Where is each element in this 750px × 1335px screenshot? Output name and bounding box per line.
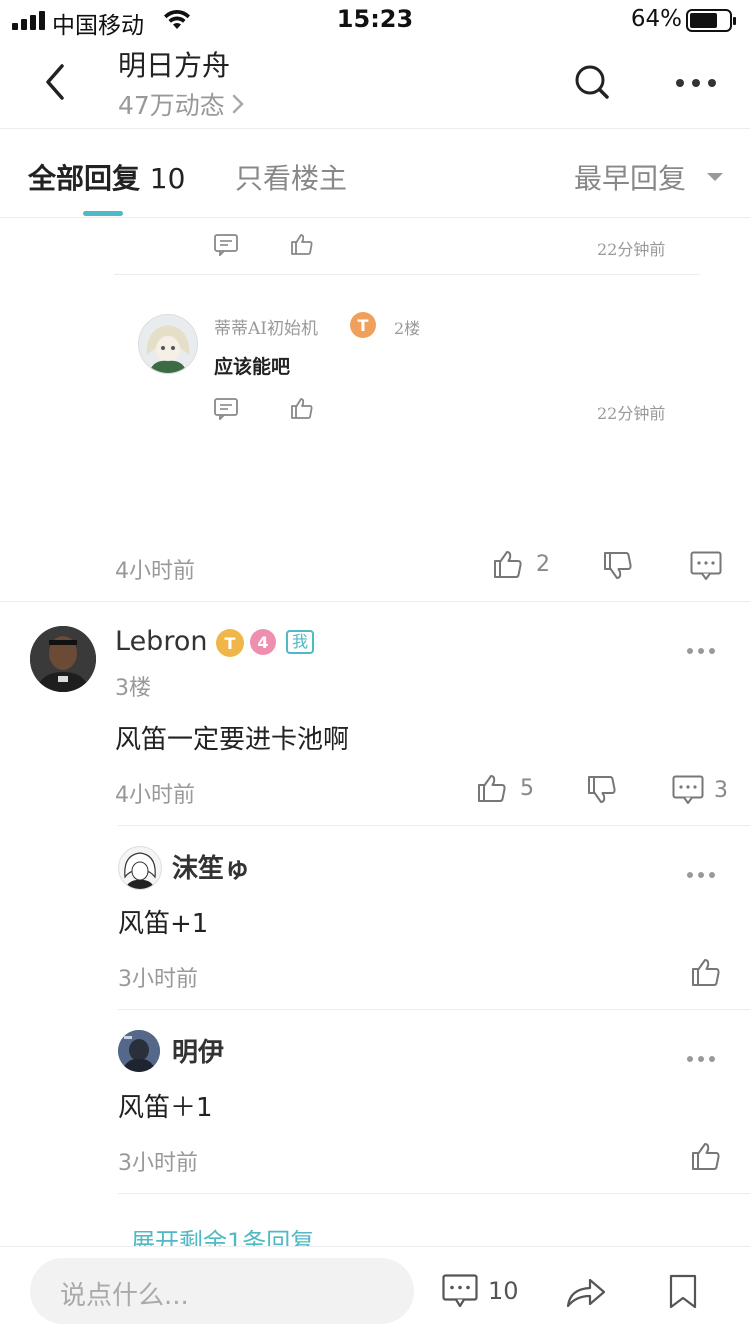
tab-all-count: 10 — [149, 162, 186, 195]
back-icon[interactable] — [40, 62, 70, 102]
level-number-badge: 4 — [250, 629, 276, 655]
subtitle-link[interactable]: 47万动态 — [118, 86, 245, 122]
image-reply-time: 22分钟前 — [597, 404, 666, 423]
reply-count: 3 — [714, 777, 728, 803]
reply-button[interactable]: 3 — [672, 775, 728, 805]
thumb-up-icon — [692, 1143, 720, 1170]
share-icon[interactable] — [566, 1275, 606, 1309]
tab-all-replies[interactable]: 全部回复 10 — [28, 157, 185, 197]
comment-icon — [442, 1274, 478, 1308]
image-row1-time: 22分钟前 — [597, 240, 666, 259]
image-reply-name: 蒂蒂AI初始机 — [214, 319, 318, 339]
reply-more-icon[interactable] — [687, 872, 715, 878]
image-divider — [114, 274, 700, 275]
more-icon[interactable] — [676, 79, 716, 87]
tab-indicator — [83, 211, 123, 216]
search-icon[interactable] — [574, 64, 610, 100]
tab-owner-only[interactable]: 只看楼主 — [235, 157, 347, 197]
reply-time: 3小时前 — [118, 967, 198, 992]
comment-count: 10 — [488, 1277, 519, 1305]
page-title[interactable]: 明日方舟 — [118, 44, 230, 84]
me-tag: 我 — [286, 630, 315, 654]
bottom-bar: 说点什么... 10 — [0, 1246, 750, 1335]
avatar[interactable] — [118, 846, 162, 890]
bookmark-icon[interactable] — [668, 1274, 698, 1310]
thumb-up-icon — [290, 396, 314, 420]
image-reply-text: 应该能吧 — [214, 356, 291, 378]
reply-time: 3小时前 — [118, 1151, 198, 1176]
thumb-up-icon — [692, 959, 720, 986]
reply-divider — [118, 825, 750, 826]
thumb-down-icon — [588, 776, 616, 803]
dislike-button[interactable] — [602, 550, 634, 582]
reply-text: 风笛＋1 — [118, 1093, 213, 1123]
avatar[interactable] — [30, 626, 96, 692]
reply-author[interactable]: 明伊 — [172, 1032, 224, 1069]
comment-icon — [690, 551, 722, 580]
comment-icon — [214, 234, 238, 256]
reply-more-icon[interactable] — [687, 1056, 715, 1062]
status-bar: 中国移动 15:23 64% — [0, 0, 750, 40]
comment-icon — [214, 398, 238, 420]
post-more-icon[interactable] — [687, 648, 715, 654]
comments-button[interactable]: 10 — [442, 1274, 519, 1308]
post-count-label: 47万动态 — [118, 91, 225, 120]
caret-down-icon — [706, 171, 724, 183]
reply-button[interactable] — [690, 551, 722, 581]
reply-like-button[interactable] — [690, 956, 722, 988]
like-count: 5 — [520, 775, 534, 801]
level-badge-icon: T — [216, 629, 244, 657]
embedded-image[interactable]: 22分钟前 蒂蒂AI初始机 T 2楼 应该能吧 22分钟前 — [100, 218, 720, 518]
post-time: 4小时前 — [115, 783, 195, 808]
like-count: 2 — [536, 551, 550, 577]
chevron-right-icon — [231, 92, 245, 116]
nav-bar: 明日方舟 47万动态 — [0, 40, 750, 129]
thumb-down-icon — [604, 552, 632, 579]
level-badge-icon: T — [350, 312, 376, 338]
comment-input-placeholder: 说点什么... — [60, 1281, 189, 1311]
prev-post-time: 4小时前 — [115, 559, 195, 584]
section-divider — [0, 601, 750, 602]
battery-percent: 64% — [630, 6, 682, 32]
thumb-up-icon — [290, 232, 314, 256]
sort-label: 最早回复 — [574, 162, 687, 195]
comment-icon — [672, 775, 704, 804]
thumb-up-icon — [478, 775, 506, 802]
post-floor: 3楼 — [115, 676, 151, 701]
reply-divider — [118, 1009, 750, 1010]
reply-like-button[interactable] — [690, 1140, 722, 1172]
thumb-up-icon — [494, 551, 522, 578]
reply-divider — [118, 1193, 750, 1194]
reply-tabs: 全部回复 10 只看楼主 最早回复 — [0, 129, 750, 218]
post-text: 风笛一定要进卡池啊 — [115, 725, 350, 755]
dislike-button[interactable] — [586, 774, 618, 806]
image-reply-floor: 2楼 — [394, 319, 421, 338]
avatar[interactable] — [118, 1030, 160, 1072]
comment-input[interactable]: 说点什么... — [30, 1258, 414, 1324]
reply-text: 风笛+1 — [118, 909, 209, 939]
like-button[interactable]: 2 — [492, 548, 550, 580]
battery-icon — [686, 9, 738, 33]
reply-author[interactable]: 沫笙ゅ — [172, 848, 250, 885]
tab-all-label: 全部回复 — [28, 162, 141, 195]
image-avatar — [138, 314, 198, 374]
like-button[interactable]: 5 — [476, 772, 534, 804]
post-author[interactable]: Lebron — [115, 626, 207, 657]
sort-dropdown[interactable]: 最早回复 — [574, 157, 724, 197]
